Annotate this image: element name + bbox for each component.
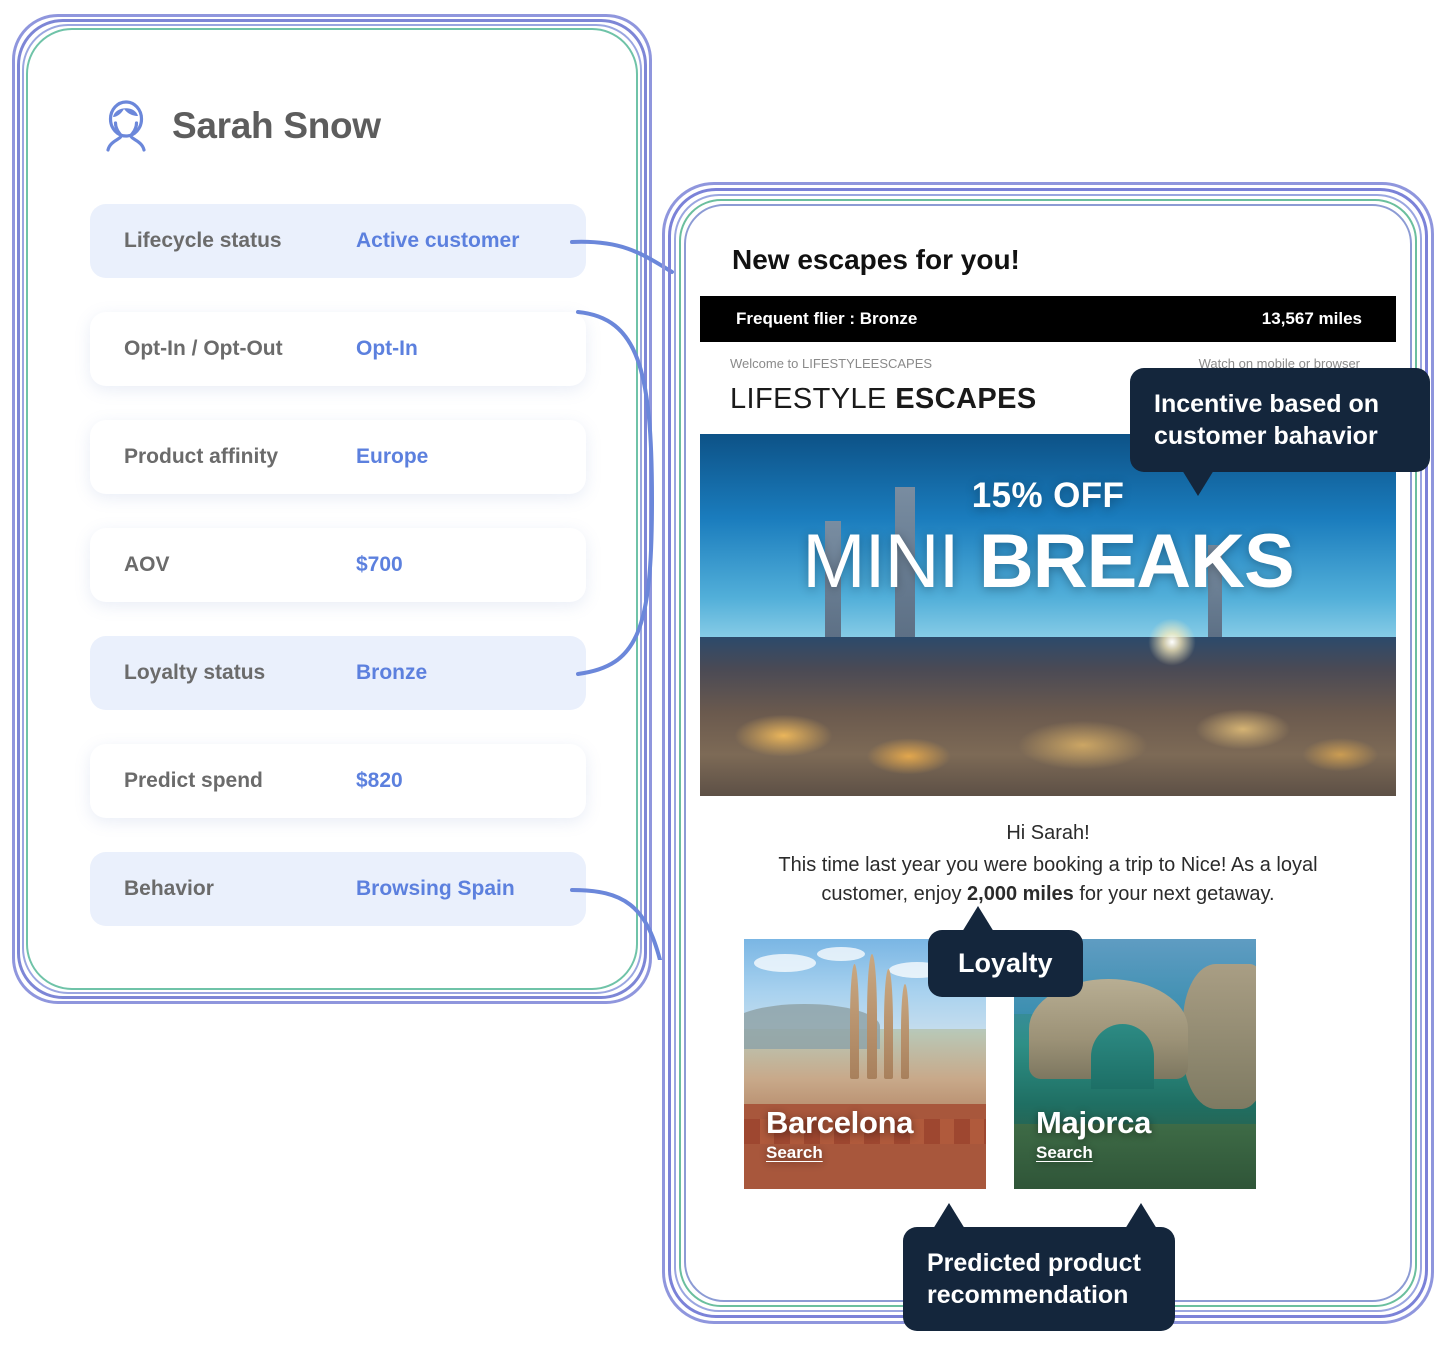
attribute-row-behavior[interactable]: Behavior Browsing Spain	[90, 852, 586, 926]
callout-loyalty: Loyalty	[928, 906, 1083, 997]
callout-prediction-text: Predicted product recommendation	[927, 1249, 1141, 1309]
brand-logo-thin: LIFESTYLE	[730, 383, 887, 415]
callout-incentive: Incentive based on customer bahavior	[1130, 368, 1430, 496]
profile-name: Sarah Snow	[172, 105, 381, 146]
frequent-flier-bar: Frequent flier : Bronze 13,567 miles	[700, 296, 1396, 342]
attribute-row-loyalty-status[interactable]: Loyalty status Bronze	[90, 636, 586, 710]
attribute-value: Opt-In	[356, 337, 418, 360]
attribute-label: AOV	[124, 553, 170, 576]
attribute-row-product-affinity[interactable]: Product affinity Europe	[90, 420, 586, 494]
callout-tail-secondary	[1125, 1203, 1157, 1229]
attribute-label: Behavior	[124, 877, 214, 900]
attribute-row-lifecycle-status[interactable]: Lifecycle status Active customer	[90, 204, 586, 278]
callout-tail	[933, 1203, 965, 1229]
destination-overlay: Barcelona Search	[766, 1105, 914, 1163]
hero-light-flare	[1145, 615, 1200, 669]
attribute-row-predict-spend[interactable]: Predict spend $820	[90, 744, 586, 818]
message-greeting: Hi Sarah!	[1006, 822, 1090, 844]
message-copy-after: for your next getaway.	[1073, 883, 1275, 905]
email-message: Hi Sarah! This time last year you were b…	[700, 796, 1396, 909]
attribute-row-opt-in-opt-out[interactable]: Opt-In / Opt-Out Opt-In	[90, 312, 586, 386]
brand-logo-bold: ESCAPES	[895, 383, 1037, 415]
attribute-value: Bronze	[356, 661, 428, 684]
user-avatar-icon	[102, 100, 150, 152]
attribute-label: Loyalty status	[124, 661, 266, 684]
attribute-value: $820	[356, 769, 403, 792]
hero-banner: 15% OFF MINI BREAKS	[700, 434, 1396, 796]
attribute-value: Active customer	[356, 229, 520, 252]
callout-tail	[962, 906, 994, 932]
flier-miles-value: 13,567 miles	[1261, 309, 1362, 328]
attribute-label: Product affinity	[124, 445, 279, 468]
profile-header: Sarah Snow	[30, 32, 634, 152]
profile-panel: Sarah Snow Lifecycle status Active custo…	[12, 14, 652, 1004]
welcome-text: Welcome to LIFESTYLEESCAPES	[730, 356, 933, 371]
destination-name: Barcelona	[766, 1105, 914, 1140]
profile-card: Sarah Snow Lifecycle status Active custo…	[30, 32, 634, 986]
attribute-label: Opt-In / Opt-Out	[124, 337, 283, 360]
hero-text: 15% OFF MINI BREAKS	[700, 476, 1396, 602]
email-preview-panel: New escapes for you! Frequent flier : Br…	[662, 182, 1434, 1324]
attribute-value: Europe	[356, 445, 429, 468]
callout-incentive-text: Incentive based on customer bahavior	[1154, 390, 1380, 450]
attribute-value: $700	[356, 553, 403, 576]
attribute-value: Browsing Spain	[356, 877, 515, 900]
destination-search-link[interactable]: Search	[1036, 1143, 1151, 1163]
destination-name: Majorca	[1036, 1105, 1152, 1140]
hero-cityscape	[700, 636, 1396, 796]
callout-loyalty-text: Loyalty	[958, 948, 1053, 978]
attribute-row-aov[interactable]: AOV $700	[90, 528, 586, 602]
destination-search-link[interactable]: Search	[766, 1143, 913, 1163]
attribute-list: Lifecycle status Active customer Opt-In …	[30, 204, 634, 960]
email-utility-row: Welcome to LIFESTYLEESCAPES Watch on mob…	[700, 342, 1396, 371]
callout-tail	[1182, 470, 1214, 496]
email-subject: New escapes for you!	[732, 244, 1020, 275]
hero-discount: 15% OFF	[971, 476, 1125, 515]
flier-tier-label: Frequent flier : Bronze	[736, 309, 918, 328]
attribute-label: Lifecycle status	[124, 229, 282, 252]
attribute-label: Predict spend	[124, 769, 263, 792]
message-copy: This time last year you were booking a t…	[744, 851, 1352, 909]
hero-title-thin: MINI	[802, 519, 959, 604]
destination-overlay: Majorca Search	[1036, 1105, 1151, 1163]
message-copy-highlight: 2,000 miles	[967, 883, 1074, 905]
hero-title-bold: BREAKS	[978, 519, 1295, 604]
hero-title: MINI BREAKS	[700, 522, 1396, 602]
callout-prediction: Predicted product recommendation	[903, 1203, 1175, 1331]
